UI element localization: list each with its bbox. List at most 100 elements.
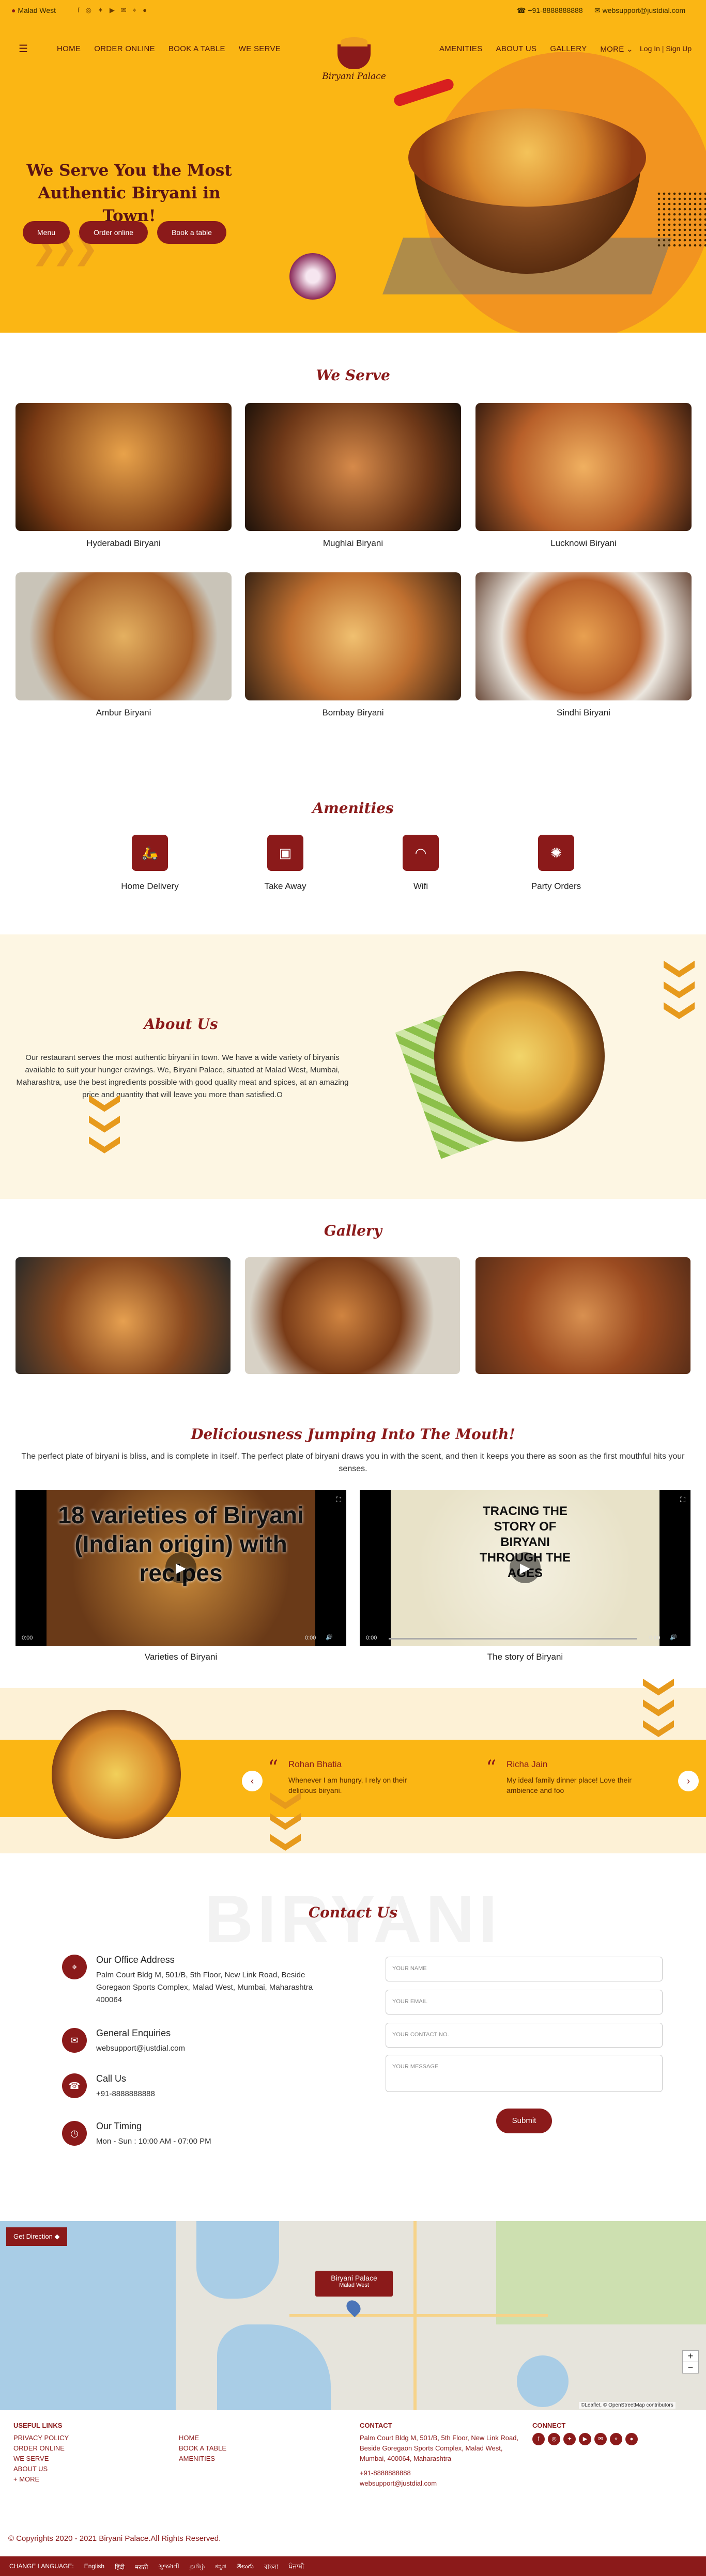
language-option[interactable]: ગુજરાતી <box>158 2563 179 2570</box>
carousel-prev-icon[interactable]: ‹ <box>242 1771 263 1791</box>
mail-icon[interactable]: ✉ <box>121 6 127 14</box>
email-field[interactable]: YOUR EMAIL <box>386 1990 663 2015</box>
nav-more-label: MORE <box>600 45 624 54</box>
video-controls: 0:00 0:00 🔊 <box>360 1631 690 1646</box>
brand-logo[interactable]: Biryani Palace <box>320 37 388 82</box>
location[interactable]: ● Malad West <box>11 6 56 14</box>
dish-card[interactable]: Hyderabadi Biryani <box>16 403 232 549</box>
dish-image <box>245 572 461 700</box>
onion-image <box>289 253 336 300</box>
chat-icon[interactable]: ● <box>143 6 147 14</box>
footer-link-amenities[interactable]: AMENITIES <box>179 2454 226 2464</box>
footer-link-we-serve[interactable]: WE SERVE <box>13 2454 69 2464</box>
fullscreen-icon[interactable]: ⛶ <box>680 1495 685 1504</box>
login-signup-link[interactable]: Log In | Sign Up <box>640 44 692 53</box>
play-icon[interactable]: ▶ <box>510 1552 541 1583</box>
email-contact[interactable]: ✉ websupport@justdial.com <box>594 6 685 15</box>
youtube-icon[interactable]: ▶ <box>110 6 115 14</box>
chat-icon[interactable]: ● <box>625 2433 638 2445</box>
contact-body[interactable]: websupport@justdial.com <box>96 2042 339 2055</box>
language-option[interactable]: हिंदी <box>115 2563 125 2571</box>
twitter-icon[interactable]: ✦ <box>563 2433 576 2445</box>
carousel-next-icon[interactable]: › <box>678 1771 699 1791</box>
nav-more[interactable]: MORE ⌄ <box>600 44 633 54</box>
language-option[interactable]: தமிழ் <box>190 2563 205 2570</box>
language-bar: CHANGE LANGUAGE: English हिंदी मराठी ગુજ… <box>0 2556 706 2576</box>
zoom-out-icon[interactable]: − <box>683 2362 698 2373</box>
message-field[interactable]: YOUR MESSAGE <box>386 2055 663 2092</box>
nav-amenities[interactable]: AMENITIES <box>439 44 483 54</box>
order-online-button[interactable]: Order online <box>79 221 148 244</box>
dish-card[interactable]: Lucknowi Biryani <box>475 403 692 549</box>
footer-phone[interactable]: +91-8888888888 <box>360 2468 520 2478</box>
instagram-icon[interactable]: ◎ <box>86 6 91 14</box>
facebook-icon[interactable]: f <box>532 2433 545 2445</box>
amenity-label: Take Away <box>264 881 306 891</box>
phone-contact[interactable]: ☎ +91-8888888888 <box>517 6 583 15</box>
menu-button[interactable]: Menu <box>23 221 70 244</box>
nav-about-us[interactable]: ABOUT US <box>496 44 537 54</box>
footer-link-home[interactable]: HOME <box>179 2433 226 2443</box>
amenity-label: Party Orders <box>531 881 581 891</box>
nav-gallery[interactable]: GALLERY <box>550 44 587 54</box>
nav-home[interactable]: HOME <box>57 44 81 53</box>
map-popup-subtitle: Malad West <box>339 2282 369 2288</box>
gallery-image[interactable] <box>16 1257 231 1374</box>
mail-icon[interactable]: ✉ <box>594 2433 607 2445</box>
gallery-image[interactable] <box>245 1257 460 1374</box>
footer-link-about-us[interactable]: ABOUT US <box>13 2464 69 2474</box>
footer-email[interactable]: websupport@justdial.com <box>360 2478 520 2489</box>
zoom-in-icon[interactable]: + <box>683 2351 698 2362</box>
book-table-button[interactable]: Book a table <box>157 221 226 244</box>
footer-useful-links: USEFUL LINKS PRIVACY POLICY ORDER ONLINE… <box>13 2421 69 2485</box>
dish-card[interactable]: Ambur Biryani <box>16 572 232 718</box>
dish-label: Ambur Biryani <box>96 708 151 717</box>
language-option[interactable]: ಕನ್ನಡ <box>215 2563 226 2570</box>
language-option[interactable]: मराठी <box>135 2563 148 2571</box>
instagram-icon[interactable]: ◎ <box>548 2433 560 2445</box>
youtube-icon[interactable]: ▶ <box>579 2433 591 2445</box>
submit-button[interactable]: Submit <box>496 2109 552 2133</box>
dish-card[interactable]: Mughlai Biryani <box>245 403 461 549</box>
volume-icon[interactable]: 🔊 <box>670 1634 677 1641</box>
play-icon[interactable]: ▶ <box>165 1552 196 1583</box>
dish-label: Bombay Biryani <box>322 708 384 717</box>
name-field[interactable]: YOUR NAME <box>386 1957 663 1981</box>
fullscreen-icon[interactable]: ⛶ <box>336 1495 341 1504</box>
language-option[interactable]: বাংলা <box>264 2563 279 2570</box>
dish-image <box>245 403 461 531</box>
footer-link-book-table[interactable]: BOOK A TABLE <box>179 2443 226 2454</box>
nav-we-serve[interactable]: WE SERVE <box>239 44 281 53</box>
facebook-icon[interactable]: f <box>78 6 80 14</box>
volume-icon[interactable]: 🔊 <box>326 1634 333 1641</box>
hamburger-menu-icon[interactable]: ☰ <box>19 42 28 55</box>
contact-body[interactable]: +91-8888888888 <box>96 2088 339 2100</box>
get-direction-button[interactable]: Get Direction ◆ <box>6 2227 67 2246</box>
progress-bar[interactable] <box>389 1638 637 1640</box>
video-player[interactable]: TRACING THE STORY OF BIRYANI THROUGH THE… <box>360 1490 690 1646</box>
video-player[interactable]: 18 varieties of Biryani (Indian origin) … <box>16 1490 346 1646</box>
language-option[interactable]: ਪੰਜਾਬੀ <box>289 2563 304 2570</box>
nav-book-a-table[interactable]: BOOK A TABLE <box>168 44 225 53</box>
testimonial-message: My ideal family dinner place! Love their… <box>507 1776 632 1794</box>
language-option[interactable]: English <box>84 2563 104 2570</box>
footer-link-privacy[interactable]: PRIVACY POLICY <box>13 2433 69 2443</box>
social-icons-top: f ◎ ✦ ▶ ✉ ⌖ ● <box>78 6 147 14</box>
footer-link-more[interactable]: + MORE <box>13 2474 69 2485</box>
current-time: 0:00 <box>366 1635 377 1641</box>
footer-links-col2: HOME BOOK A TABLE AMENITIES <box>179 2433 226 2464</box>
footer-link-order-online[interactable]: ORDER ONLINE <box>13 2443 69 2454</box>
map-attribution[interactable]: ©Leaflet, © OpenStreetMap contributors <box>579 2402 676 2409</box>
language-option[interactable]: తెలుగు <box>237 2563 254 2570</box>
location-icon[interactable]: ⌖ <box>610 2433 622 2445</box>
location-map[interactable]: Get Direction ◆ Biryani Palace Malad Wes… <box>0 2221 706 2410</box>
twitter-icon[interactable]: ✦ <box>98 6 103 14</box>
dish-card[interactable]: Bombay Biryani <box>245 572 461 718</box>
nav-order-online[interactable]: ORDER ONLINE <box>94 44 155 53</box>
contact-number-field[interactable]: YOUR CONTACT NO. <box>386 2023 663 2048</box>
dish-image <box>475 403 692 531</box>
email-text: websupport@justdial.com <box>602 6 686 14</box>
gallery-image[interactable] <box>475 1257 690 1374</box>
dish-card[interactable]: Sindhi Biryani <box>475 572 692 718</box>
location-icon[interactable]: ⌖ <box>133 6 136 14</box>
